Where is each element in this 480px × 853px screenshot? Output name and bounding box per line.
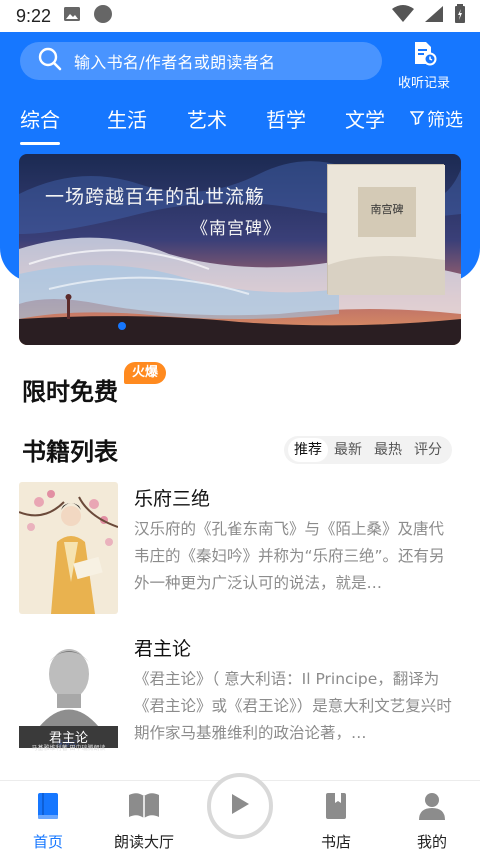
section-title-free: 限时免费: [22, 378, 118, 406]
banner-headline: 一场跨越百年的乱世流觞: [45, 186, 266, 208]
search-placeholder: 输入书名/作者名或朗读者名: [74, 53, 276, 72]
banner-book-name: 《南宫碑》: [191, 219, 281, 239]
sort-options: 推荐 最新 最热 评分: [284, 436, 452, 464]
user-icon: [418, 793, 446, 825]
nav-bookstore[interactable]: 书店: [291, 791, 381, 852]
hot-badge: 火爆: [124, 362, 167, 384]
listen-history-button[interactable]: 收听记录: [392, 40, 456, 91]
book-cover-art: [19, 482, 118, 614]
signal-icon: [424, 5, 444, 27]
status-icons: [392, 4, 466, 28]
search-icon: [38, 47, 62, 75]
record-dot-icon: [93, 4, 113, 28]
home-book-icon: [34, 793, 62, 825]
history-icon: [411, 42, 437, 70]
sort-rating[interactable]: 评分: [408, 438, 448, 462]
tab-life[interactable]: 生活: [107, 104, 147, 133]
category-tabs: 综合 生活 艺术 哲学 文学 筛选: [0, 100, 480, 145]
nav-home-label: 首页: [32, 833, 63, 851]
bottom-navigation: 首页 朗读大厅 书店 我的: [0, 773, 480, 853]
book-description: 《君主论》（ 意大利语：Il Principe，翻译为《君主论》或《君王论》）是…: [134, 670, 452, 742]
bookstore-icon: [323, 793, 349, 825]
open-book-icon: [127, 793, 161, 825]
tab-literature[interactable]: 文学: [345, 104, 385, 133]
nav-reading-hall[interactable]: 朗读大厅: [99, 791, 189, 852]
book-cover-thumbnail: [19, 482, 118, 614]
cover-subtitle-text: 马基雅维利著 田中瑞腾朗读: [31, 745, 106, 752]
book-description: 汉乐府的《孔雀东南飞》与《陌上桑》及唐代韦庄的《秦妇吟》并称为“乐府三绝”。还有…: [134, 520, 445, 592]
banner-cover-title: 南宫碑: [370, 203, 404, 216]
tab-philosophy[interactable]: 哲学: [266, 104, 306, 133]
book-list-item[interactable]: 乐府三绝 汉乐府的《孔雀东南飞》与《陌上桑》及唐代韦庄的《秦妇吟》并称为“乐府三…: [19, 482, 461, 614]
tab-comprehensive[interactable]: 综合: [20, 104, 60, 145]
book-cover-thumbnail: ⓐⓑⓒ 君主论 马基雅维利著 田中瑞腾朗读: [19, 632, 118, 764]
section-title-books: 书籍列表: [22, 438, 118, 466]
status-bar: 9:22: [0, 0, 480, 32]
battery-icon: [454, 4, 466, 28]
book-cover-art: [328, 165, 445, 295]
nav-reading-hall-label: 朗读大厅: [113, 833, 174, 851]
play-button[interactable]: [207, 773, 273, 839]
sort-newest[interactable]: 最新: [328, 438, 368, 462]
app-root: 9:22 输入书名/作者名或朗读者名 收听记录 综合 生活 艺术 哲学 文学 筛…: [0, 0, 480, 853]
nav-bookstore-label: 书店: [320, 833, 351, 851]
image-notification-icon: [63, 6, 81, 26]
nav-mine[interactable]: 我的: [387, 791, 477, 852]
sort-recommended[interactable]: 推荐: [288, 438, 328, 462]
status-time: 9:22: [16, 5, 52, 26]
play-icon: [229, 792, 251, 820]
wifi-icon: [392, 5, 414, 27]
history-label: 收听记录: [397, 76, 450, 91]
sort-hottest[interactable]: 最热: [368, 438, 408, 462]
promo-banner[interactable]: 一场跨越百年的乱世流觞 《南宫碑》 南宫碑: [19, 154, 461, 345]
filter-icon: [409, 109, 425, 130]
nav-home[interactable]: 首页: [3, 791, 93, 852]
search-input[interactable]: 输入书名/作者名或朗读者名: [20, 42, 382, 80]
filter-button[interactable]: 筛选: [409, 106, 463, 132]
tab-art[interactable]: 艺术: [187, 104, 227, 133]
banner-book-cover: 南宫碑: [327, 164, 445, 295]
book-title: 君主论: [134, 638, 192, 660]
book-title: 乐府三绝: [134, 488, 211, 510]
book-list-item[interactable]: ⓐⓑⓒ 君主论 马基雅维利著 田中瑞腾朗读 君主论 《君主论》（ 意大利语：Il…: [19, 632, 461, 764]
nav-mine-label: 我的: [416, 833, 447, 851]
filter-label: 筛选: [427, 110, 463, 131]
banner-indicator-dot[interactable]: [118, 322, 126, 330]
